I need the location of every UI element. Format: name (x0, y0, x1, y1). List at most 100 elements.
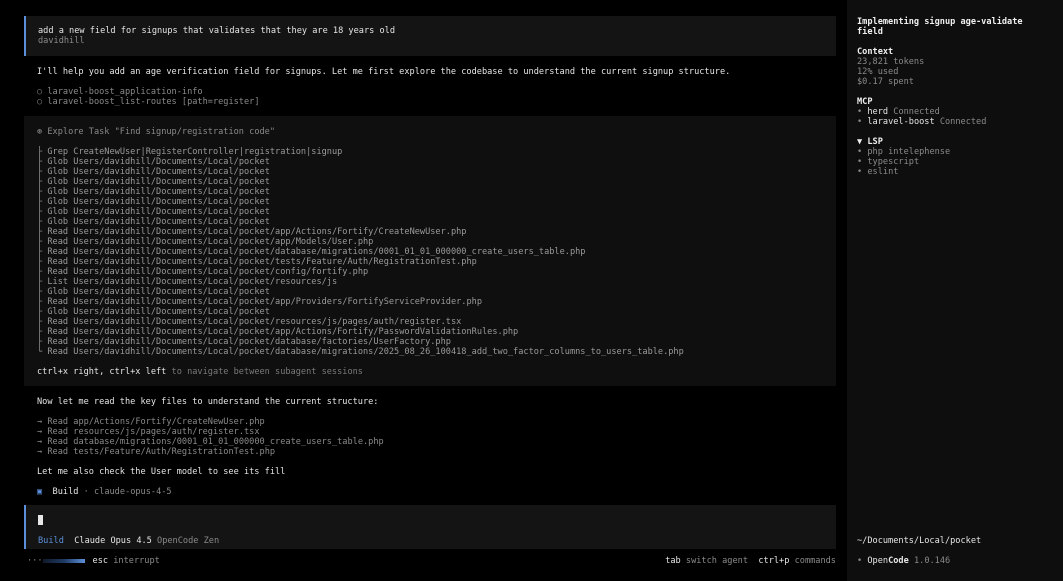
hint-keys: ctrl+x right, ctrl+x left (37, 367, 167, 377)
task-step: ├ Read Users/davidhill/Documents/Local/p… (37, 257, 477, 267)
tree-branch: ├ (37, 217, 43, 227)
task-header: ⊛ Explore Task "Find signup/registration… (37, 127, 275, 137)
task-step: ├ Read Users/davidhill/Documents/Local/p… (37, 297, 482, 307)
arrow-right-icon: → (37, 447, 43, 457)
mcp-item: • herd Connected (857, 107, 940, 117)
task-step: ├ Glob Users/davidhill/Documents/Local/p… (37, 287, 270, 297)
lsp-heading[interactable]: ▼ LSP (857, 137, 883, 147)
task-step: ├ Read Users/davidhill/Documents/Local/p… (37, 247, 585, 257)
step-arg: Users/davidhill/Documents/Local/pocket (73, 167, 270, 177)
task-step: ├ Grep CreateNewUser|RegisterController|… (37, 147, 342, 157)
user-message-author: davidhill (38, 36, 85, 46)
task-step: ├ Read Users/davidhill/Documents/Local/p… (37, 267, 368, 277)
read-path: database/migrations/0001_01_01_000000_cr… (73, 437, 384, 447)
mcp-status: Connected (893, 107, 940, 117)
agent-label[interactable]: Build (38, 536, 64, 546)
step-arg: Users/davidhill/Documents/Local/pocket (73, 287, 270, 297)
step-verb: Glob (47, 157, 69, 167)
task-title: Explore Task "Find signup/registration c… (47, 127, 276, 137)
step-verb: Glob (47, 167, 69, 177)
hint-text: to navigate between subagent sessions (171, 367, 363, 377)
prompt-input[interactable]: Build Claude Opus 4.5 OpenCode Zen (24, 505, 836, 549)
tree-branch: ├ (37, 237, 43, 247)
tool-call-name: laravel-boost_application-info (47, 87, 203, 97)
task-step: └ Read Users/davidhill/Documents/Local/p… (37, 347, 684, 357)
step-arg: Users/davidhill/Documents/Local/pocket/d… (73, 247, 586, 257)
context-spent: $0.17 spent (857, 77, 914, 87)
build-square-icon: ▣ (37, 487, 43, 497)
step-arg: Users/davidhill/Documents/Local/pocket (73, 217, 270, 227)
mcp-item: • laravel-boost Connected (857, 117, 986, 127)
build-sep: · (83, 487, 89, 497)
task-step: ├ Glob Users/davidhill/Documents/Local/p… (37, 307, 270, 317)
read-verb: Read (47, 427, 69, 437)
tree-branch: ├ (37, 267, 43, 277)
tree-branch: ├ (37, 187, 43, 197)
brand-code: Code (888, 556, 909, 566)
task-step: ├ Read Users/davidhill/Documents/Local/p… (37, 327, 518, 337)
build-status: ▣ Build · claude-opus-4-5 (37, 487, 172, 497)
step-verb: Glob (47, 287, 69, 297)
mcp-status: Connected (939, 117, 987, 127)
mcp-name: laravel-boost (867, 117, 935, 127)
tree-branch: ├ (37, 307, 43, 317)
subagent-hint: ctrl+x right, ctrl+x left to navigate be… (37, 367, 363, 377)
context-tokens: 23,821 tokens (857, 57, 925, 67)
step-verb: Read (47, 237, 69, 247)
progress-bar (42, 558, 85, 563)
lsp-item: • php intelephense (857, 147, 950, 157)
read-item: → Read resources/js/pages/auth/register.… (37, 427, 260, 437)
tree-branch: ├ (37, 177, 43, 187)
task-step: ├ Glob Users/davidhill/Documents/Local/p… (37, 167, 270, 177)
sidebar: Implementing signup age-validate field C… (847, 0, 1063, 581)
step-arg: Users/davidhill/Documents/Local/pocket/r… (73, 277, 338, 287)
text-cursor (38, 515, 43, 525)
step-arg: Users/davidhill/Documents/Local/pocket/a… (73, 327, 519, 337)
step-arg: CreateNewUser|RegisterController|registr… (73, 147, 343, 157)
model-label[interactable]: Claude Opus 4.5 (74, 536, 152, 546)
esc-key[interactable]: esc (93, 556, 109, 566)
input-meta: Build Claude Opus 4.5 OpenCode Zen (38, 536, 219, 546)
subagent-task-block[interactable]: ⊛ Explore Task "Find signup/registration… (24, 116, 836, 386)
status-dot-icon: • (857, 107, 863, 117)
read-item: → Read database/migrations/0001_01_01_00… (37, 437, 384, 447)
step-arg: Users/davidhill/Documents/Local/pocket (73, 207, 270, 217)
tree-branch: ├ (37, 207, 43, 217)
tree-branch: └ (37, 347, 43, 357)
step-verb: Glob (47, 217, 69, 227)
mcp-heading: MCP (857, 97, 873, 107)
task-step: ├ Read Users/davidhill/Documents/Local/p… (37, 227, 466, 237)
step-verb: Glob (47, 207, 69, 217)
read-path: resources/js/pages/auth/register.tsx (73, 427, 260, 437)
step-arg: Users/davidhill/Documents/Local/pocket/c… (73, 267, 369, 277)
app-brand: • OpenCode 1.0.146 (857, 556, 950, 566)
task-step: ├ List Users/davidhill/Documents/Local/p… (37, 277, 337, 287)
lsp-name: typescript (867, 157, 920, 167)
task-step: ├ Glob Users/davidhill/Documents/Local/p… (37, 207, 270, 217)
tree-branch: ├ (37, 337, 43, 347)
step-arg: Users/davidhill/Documents/Local/pocket/t… (73, 257, 477, 267)
step-verb: List (47, 277, 69, 287)
build-model: claude-opus-4-5 (93, 487, 172, 497)
step-verb: Read (47, 327, 69, 337)
commands-label: commands (794, 556, 836, 566)
step-arg: Users/davidhill/Documents/Local/pocket/d… (73, 337, 451, 347)
read-item: → Read app/Actions/Fortify/CreateNewUser… (37, 417, 265, 427)
esc-label: interrupt (113, 556, 160, 566)
assistant-intro: I'll help you add an age verification fi… (37, 67, 731, 77)
status-dot-icon: • (857, 167, 863, 177)
chat-pane: add a new field for signups that validat… (0, 0, 847, 581)
context-used: 12% used (857, 67, 899, 77)
task-step: ├ Glob Users/davidhill/Documents/Local/p… (37, 177, 270, 187)
step-verb: Read (47, 337, 69, 347)
step-verb: Read (47, 267, 69, 277)
lsp-item: • typescript (857, 157, 919, 167)
read-verb: Read (47, 447, 69, 457)
task-step: ├ Read Users/davidhill/Documents/Local/p… (37, 237, 373, 247)
step-verb: Read (47, 227, 69, 237)
tab-key[interactable]: tab (665, 556, 681, 566)
commands-key[interactable]: ctrl+p (758, 556, 789, 566)
tree-branch: ├ (37, 167, 43, 177)
tool-call-row: ○ laravel-boost_list-routes [path=regist… (37, 97, 260, 107)
task-step: ├ Glob Users/davidhill/Documents/Local/p… (37, 187, 270, 197)
